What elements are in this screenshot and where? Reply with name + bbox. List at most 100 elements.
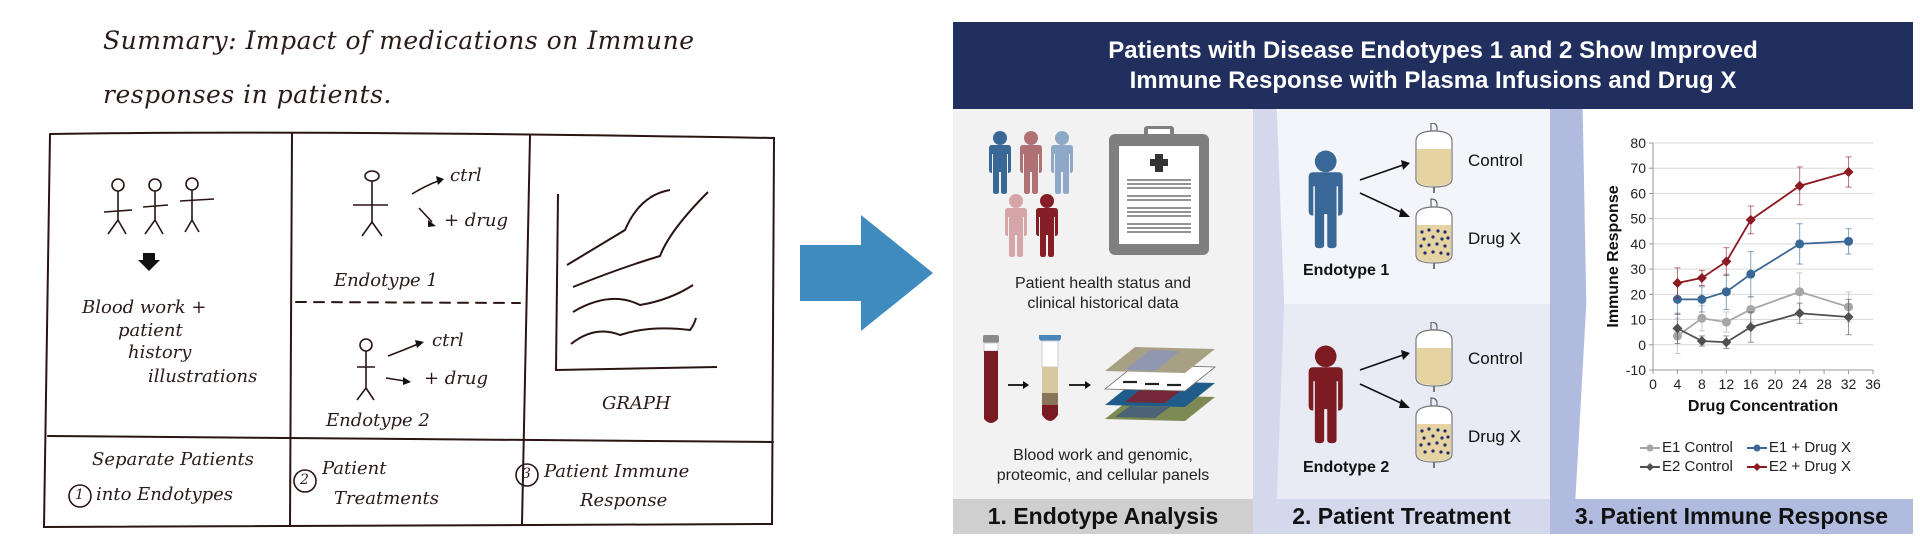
sketch-dashed-divider	[295, 301, 521, 304]
endotype2-person-icon	[1308, 345, 1343, 444]
clipboard-icon	[1109, 126, 1209, 255]
person-icon	[1020, 131, 1042, 194]
legend-diamond-marker-icon	[1640, 462, 1660, 471]
legend-circle-marker-icon	[1640, 444, 1660, 451]
data-point	[1721, 256, 1732, 267]
x-tick-label: 12	[1719, 376, 1735, 392]
legend-label: E1 + Drug X	[1768, 439, 1852, 456]
health-data-caption-line1: Patient health status and	[1014, 275, 1192, 292]
endotype1-label: Endotype 1	[1303, 262, 1390, 279]
x-tick-label: 0	[1649, 376, 1657, 392]
drug-bag-icon	[1415, 198, 1453, 270]
y-tick-label: 20	[1630, 286, 1646, 302]
data-point	[1721, 287, 1731, 297]
legend-circle-marker-icon	[1746, 444, 1767, 451]
data-point	[1696, 272, 1707, 283]
infographic-title-line2: Immune Response with Plasma Infusions an…	[1129, 66, 1737, 94]
sketch-graph-label: GRAPH	[602, 393, 671, 414]
sketch-graph	[554, 189, 718, 372]
sketch-row-divider	[47, 435, 774, 443]
endotype2-drug-label: Drug X	[1468, 427, 1521, 446]
series-e2-drug-x	[1672, 156, 1854, 299]
data-point	[1843, 312, 1854, 323]
x-tick-label: 28	[1816, 376, 1832, 392]
y-tick-label: 50	[1630, 211, 1646, 227]
bloodwork-caption-line1: Blood work and genomic,	[1013, 447, 1193, 464]
step2-footer: 2. Patient Treatment	[1253, 499, 1550, 534]
legend-item-e1-drug: E1 + Drug X	[1746, 438, 1852, 457]
x-axis-title: Drug Concentration	[1688, 398, 1838, 415]
person-icon	[1036, 194, 1058, 257]
endotype1-control-label: Control	[1468, 151, 1523, 170]
sketch-step3-line2: Response	[580, 490, 668, 511]
data-point	[1794, 308, 1805, 319]
sketch-ctrl-label-1: ctrl	[450, 165, 482, 186]
bloodwork-caption-line2: proteomic, and cellular panels	[996, 467, 1210, 484]
sketch-cell1-line1: Blood work +	[82, 297, 207, 318]
drug-bag-icon	[1415, 397, 1453, 469]
sketch-cell1-line4: illustrations	[148, 366, 258, 387]
x-tick-label: 20	[1767, 376, 1783, 392]
step1-footer: 1. Endotype Analysis	[953, 499, 1253, 534]
sketch-ctrl-label-2: ctrl	[432, 330, 464, 351]
sketch-endotype2-label: Endotype 2	[326, 410, 430, 431]
x-tick-label: 16	[1743, 376, 1759, 392]
sketch-step2-line2: Treatments	[334, 488, 440, 509]
endotype1-person-icon	[1308, 150, 1343, 249]
sketch-down-arrow-icon	[138, 253, 160, 271]
x-tick-label: 4	[1674, 376, 1682, 392]
y-tick-label: 30	[1630, 261, 1646, 277]
data-point	[1672, 277, 1683, 288]
sketch-step2-line1: Patient	[322, 458, 387, 479]
data-point	[1795, 287, 1805, 297]
stick-figures-group	[103, 177, 215, 235]
step3-footer: 3. Patient Immune Response	[1550, 499, 1913, 534]
health-data-caption: Patient health status and clinical histo…	[953, 274, 1253, 314]
blood-tube-icon	[983, 335, 999, 423]
sketch-drug-label-2: + drug	[424, 368, 489, 389]
legend-label: E2 Control	[1662, 458, 1733, 475]
data-point	[1721, 337, 1732, 348]
infographic-title-line1: Patients with Disease Endotypes 1 and 2 …	[1108, 36, 1758, 64]
stick-figure-icon	[103, 178, 133, 235]
chart-legend: E1 Control E1 + Drug X E2 Control E2 + D…	[1640, 438, 1851, 476]
person-icon	[1005, 194, 1027, 257]
control-bag-icon	[1415, 123, 1453, 194]
y-tick-label: 40	[1630, 236, 1646, 252]
stick-figure-icon	[179, 177, 215, 233]
legend-label: E2 + Drug X	[1768, 458, 1852, 475]
person-icon	[1051, 131, 1073, 194]
stick-figure-icon	[142, 178, 169, 235]
sketch-cell1-line2: patient	[118, 320, 183, 341]
data-point	[1844, 236, 1854, 246]
legend-item-e2-drug: E2 + Drug X	[1746, 457, 1852, 476]
infographic-title: Patients with Disease Endotypes 1 and 2 …	[953, 22, 1913, 109]
x-tick-label: 8	[1698, 376, 1706, 392]
endotype2-control-label: Control	[1468, 349, 1523, 368]
endotype1-drug-label: Drug X	[1468, 229, 1521, 248]
y-tick-label: 60	[1630, 185, 1646, 201]
endotype2-label: Endotype 2	[1303, 459, 1390, 476]
control-bag-icon	[1415, 322, 1453, 393]
legend-item-e2-control: E2 Control	[1640, 457, 1733, 476]
legend-item-e1-control: E1 Control	[1640, 438, 1733, 457]
sketch-step3-number: 3	[522, 466, 531, 482]
infusion-bags-bottom	[1415, 322, 1453, 469]
data-point	[1746, 269, 1756, 279]
y-tick-label: -10	[1626, 362, 1646, 378]
stick-figure-icon	[353, 170, 388, 237]
data-point	[1745, 322, 1756, 333]
sketch-endotype1-label: Endotype 1	[334, 270, 438, 291]
sketch-step2-number: 2	[300, 472, 309, 488]
y-tick-label: 80	[1630, 135, 1646, 151]
data-point	[1721, 317, 1731, 327]
data-point	[1795, 239, 1805, 249]
data-point	[1672, 323, 1683, 334]
x-tick-label: 32	[1841, 376, 1857, 392]
y-tick-label: 70	[1630, 160, 1646, 176]
sketch-divider-1	[289, 132, 293, 526]
y-axis-title: Immune Response	[1605, 185, 1622, 327]
sketch-drug-label-1: + drug	[444, 210, 509, 231]
data-point	[1697, 294, 1707, 304]
right-arrow-icon	[800, 215, 933, 331]
